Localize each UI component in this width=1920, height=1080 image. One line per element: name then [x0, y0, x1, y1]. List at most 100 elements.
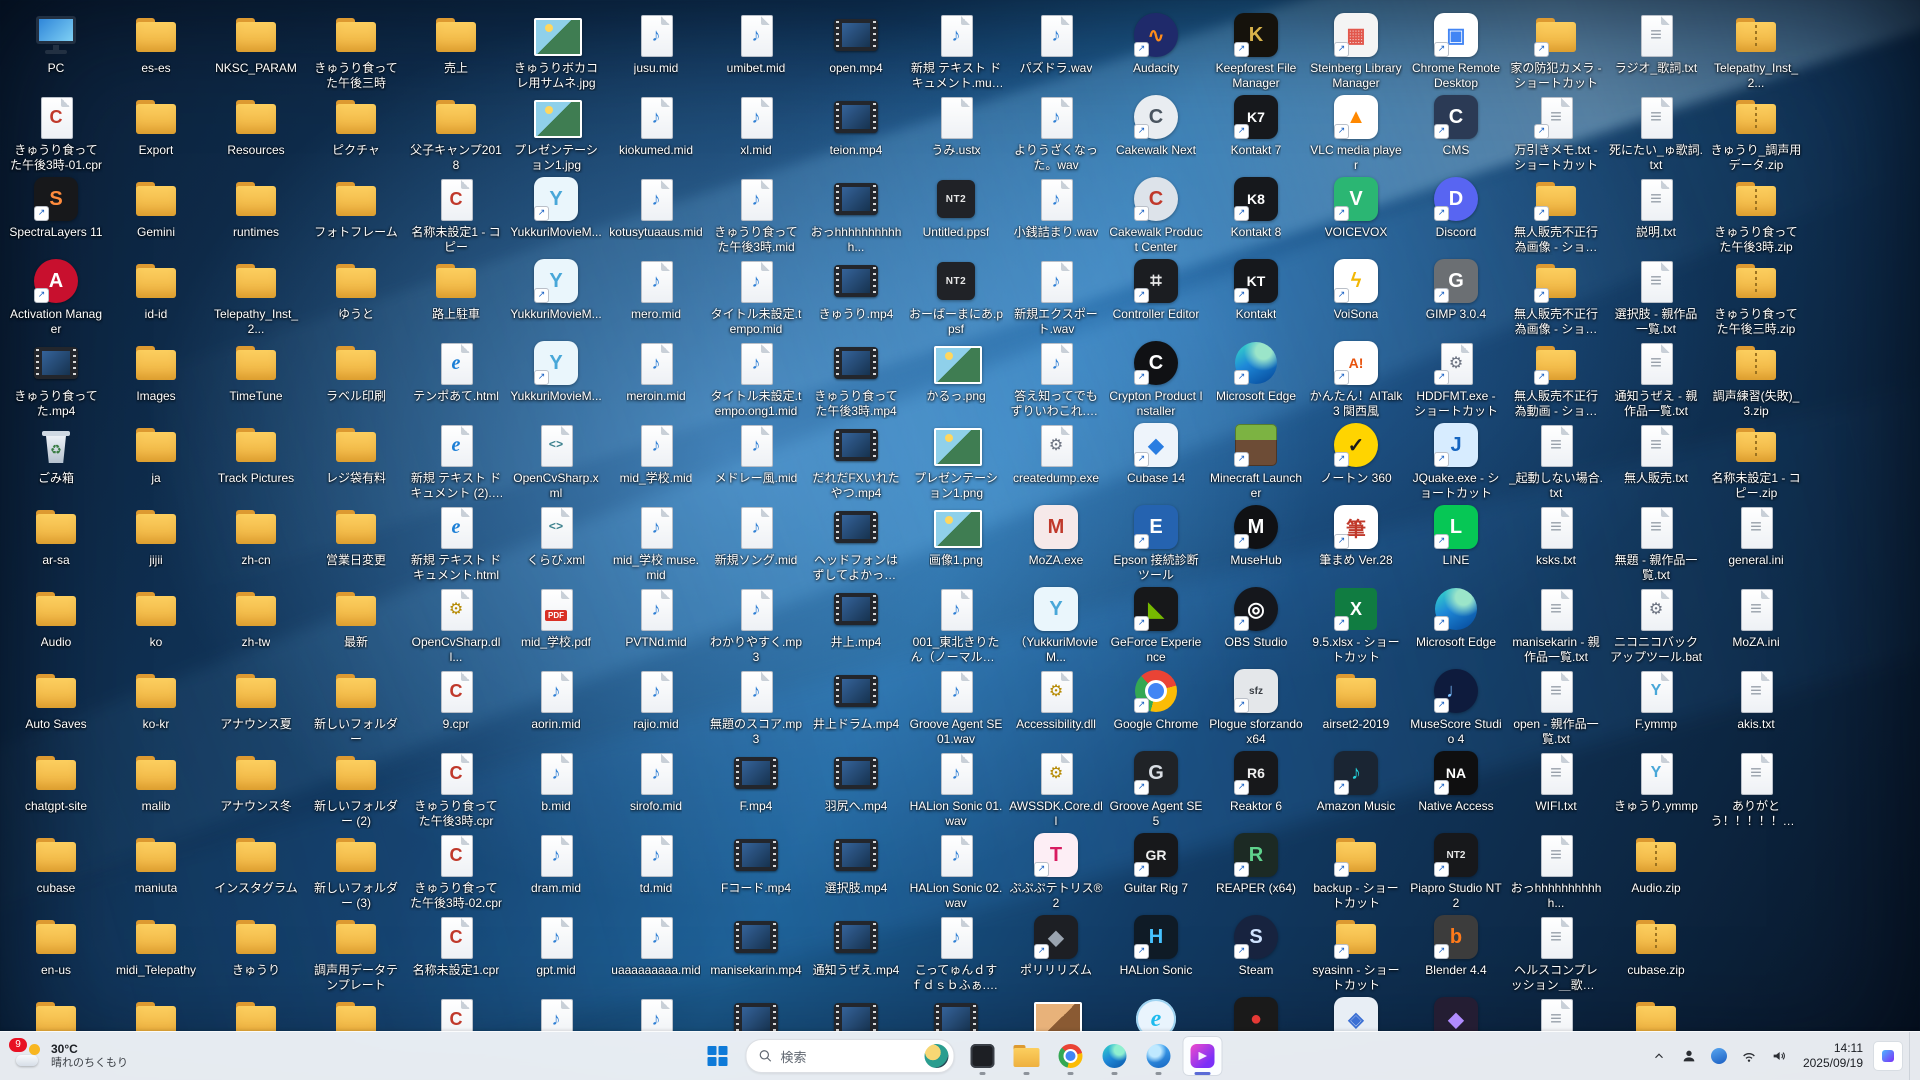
desktop-icon[interactable]: KT↗ Kontakt — [1206, 252, 1306, 339]
desktop-icon[interactable]: PVTNd.mid — [606, 580, 706, 667]
desktop-icon[interactable] — [1006, 990, 1106, 1032]
desktop-icon[interactable]: mid_学校 muse.mid — [606, 498, 706, 585]
desktop-icon[interactable]: aorin.mid — [506, 662, 606, 749]
desktop-icon[interactable]: WIFI.txt — [1506, 744, 1606, 831]
desktop-icon[interactable]: airset2-2019 — [1306, 662, 1406, 749]
desktop-icon[interactable]: ⌗↗ Controller Editor — [1106, 252, 1206, 339]
desktop-icon[interactable]: 新規ソング.mid — [706, 498, 806, 585]
desktop-icon[interactable]: ニコニコバックアップツール.bat — [1606, 580, 1706, 667]
desktop-icon[interactable]: E↗ Epson 接続診断ツール — [1106, 498, 1206, 585]
desktop-icon[interactable]: manisekarin - 親作品一覧.txt — [1506, 580, 1606, 667]
desktop-icon[interactable]: _起動しない場合.txt — [1506, 416, 1606, 503]
desktop-icon[interactable]: きゅうり_調声用データ.zip — [1706, 88, 1806, 175]
desktop-icon[interactable]: きゅうり食ってた午後3時-01.cpr — [6, 88, 106, 175]
desktop-icon[interactable]: Telepathy_Inst_2... — [206, 252, 306, 339]
desktop-icon[interactable]: sirofo.mid — [606, 744, 706, 831]
desktop-icon[interactable]: こってゅんｄすｆｄｓｂふぁ.wav — [906, 908, 1006, 995]
taskbar-app-edge[interactable] — [1095, 1036, 1135, 1076]
desktop-icon[interactable]: open - 親作品一覧.txt — [1506, 662, 1606, 749]
desktop-icon[interactable]: ピクチャ — [306, 88, 406, 175]
desktop-icon[interactable]: Track Pictures — [206, 416, 306, 503]
desktop-icon[interactable]: タイトル未設定.tempo.mid — [706, 252, 806, 339]
desktop-icon[interactable]: ar-sa — [6, 498, 106, 585]
desktop-icon[interactable]: jusu.mid — [606, 6, 706, 93]
desktop-icon[interactable]: ja — [106, 416, 206, 503]
desktop-icon[interactable]: ϟ↗ VoiSona — [1306, 252, 1406, 339]
desktop-icon[interactable]: よりうざくなった。wav — [1006, 88, 1106, 175]
desktop-icon[interactable]: きゅうり食ってた午後3時.zip — [1706, 170, 1806, 257]
desktop-icon[interactable]: cubase — [6, 826, 106, 913]
desktop-icon[interactable]: Telepathy_Inst_2... — [1706, 6, 1806, 93]
desktop-icon[interactable]: ko-kr — [106, 662, 206, 749]
desktop-icon[interactable] — [206, 990, 306, 1032]
desktop-icon[interactable]: HALion Sonic 01.wav — [906, 744, 1006, 831]
volume-button[interactable] — [1765, 1038, 1793, 1074]
weather-widget[interactable]: 9 30°C 晴れのちくもり — [4, 1032, 140, 1080]
desktop-icon[interactable]: 選択肢 - 親作品一覧.txt — [1606, 252, 1706, 339]
desktop-icon[interactable]: おっhhhhhhhhhhh... — [806, 170, 906, 257]
desktop-icon[interactable]: xl.mid — [706, 88, 806, 175]
desktop-icon[interactable]: ko — [106, 580, 206, 667]
desktop-icon[interactable]: おーばーまにあ.ppsf — [906, 252, 1006, 339]
desktop-icon[interactable]: chatgpt-site — [6, 744, 106, 831]
desktop-icon[interactable]: 9.cpr — [406, 662, 506, 749]
network-button[interactable] — [1735, 1038, 1763, 1074]
desktop-icon[interactable]: ↗ Microsoft Edge — [1406, 580, 1506, 667]
desktop-icon[interactable]: 通知うぜえ.mp4 — [806, 908, 906, 995]
desktop-icon[interactable]: 名称未設定1 - コピー.zip — [1706, 416, 1806, 503]
desktop-icon[interactable]: sfz↗ Plogue sforzando x64 — [1206, 662, 1306, 749]
desktop-icon[interactable]: ♪↗ Amazon Music — [1306, 744, 1406, 831]
desktop-icon[interactable]: Audio.zip — [1606, 826, 1706, 913]
desktop-icon[interactable]: meroin.mid — [606, 334, 706, 421]
desktop-icon[interactable]: kiokumed.mid — [606, 88, 706, 175]
desktop-icon[interactable]: きゅうり食ってた午後3時.mid — [706, 170, 806, 257]
desktop-icon[interactable]: dram.mid — [506, 826, 606, 913]
desktop-icon[interactable]: ↗ syasinn - ショートカット — [1306, 908, 1406, 995]
desktop-icon[interactable]: ラジオ_歌詞.txt — [1606, 6, 1706, 93]
desktop-icon[interactable]: malib — [106, 744, 206, 831]
desktop-icon[interactable]: V↗ VOICEVOX — [1306, 170, 1406, 257]
desktop-icon[interactable]: Audio — [6, 580, 106, 667]
desktop-icon[interactable] — [306, 990, 406, 1032]
desktop-icon[interactable]: 路上駐車 — [406, 252, 506, 339]
desktop-icon[interactable]: Images — [106, 334, 206, 421]
desktop-icon[interactable] — [906, 990, 1006, 1032]
desktop-icon[interactable]: きゅうり.ymmp — [1606, 744, 1706, 831]
desktop-icon[interactable]: メドレー風.mid — [706, 416, 806, 503]
desktop-icon[interactable]: ▣↗ Chrome Remote Desktop — [1406, 6, 1506, 93]
desktop-icon[interactable]: maniuta — [106, 826, 206, 913]
desktop-icon[interactable]: 調声用データテンプレート — [306, 908, 406, 995]
show-desktop-button[interactable] — [1909, 1032, 1916, 1080]
desktop-icon[interactable]: mid_学校.pdf — [506, 580, 606, 667]
desktop-icon[interactable]: Export — [106, 88, 206, 175]
start-button[interactable] — [698, 1036, 738, 1076]
desktop-icon[interactable]: K↗ Keepforest File Manager — [1206, 6, 1306, 93]
desktop-icon[interactable]: ヘッドフォンはずしてよかった.mp4 — [806, 498, 906, 585]
desktop-icon[interactable]: createdump.exe — [1006, 416, 1106, 503]
desktop-icon[interactable]: 井上ドラム.mp4 — [806, 662, 906, 749]
desktop-icon[interactable]: b.mid — [506, 744, 606, 831]
desktop-icon[interactable]: ヘルスコンプレッション＿歌詞.txt — [1506, 908, 1606, 995]
desktop-icon[interactable]: 最新 — [306, 580, 406, 667]
desktop-icon[interactable]: プレゼンテーション1.jpg — [506, 88, 606, 175]
taskbar-search[interactable]: 検索 — [746, 1039, 955, 1073]
desktop-icon[interactable] — [1606, 990, 1706, 1032]
desktop-icon[interactable]: teion.mp4 — [806, 88, 906, 175]
desktop-icon[interactable]: M↗ MuseHub — [1206, 498, 1306, 585]
desktop-icon[interactable]: NT2↗ Piapro Studio NT2 — [1406, 826, 1506, 913]
desktop-icon[interactable]: G↗ GIMP 3.0.4 — [1406, 252, 1506, 339]
desktop-icon[interactable]: レジ袋有料 — [306, 416, 406, 503]
taskbar-app-chrome[interactable] — [1051, 1036, 1091, 1076]
desktop-icon[interactable]: zh-tw — [206, 580, 306, 667]
desktop-icon[interactable]: D↗ Discord — [1406, 170, 1506, 257]
desktop-icon[interactable]: ↗ 万引きメモ.txt - ショートカット — [1506, 88, 1606, 175]
desktop-icon[interactable]: manisekarin.mp4 — [706, 908, 806, 995]
desktop-icon[interactable]: ◆↗ ポリリリズム — [1006, 908, 1106, 995]
desktop-icon[interactable]: TimeTune — [206, 334, 306, 421]
desktop-icon[interactable]: 新しいフォルダー (2) — [306, 744, 406, 831]
desktop-icon[interactable] — [1106, 990, 1206, 1032]
desktop-icon[interactable]: Fコード.mp4 — [706, 826, 806, 913]
desktop-icon[interactable]: アナウンス冬 — [206, 744, 306, 831]
desktop-icon[interactable]: わかりやすく.mp3 — [706, 580, 806, 667]
desktop-icon[interactable]: Resources — [206, 88, 306, 175]
